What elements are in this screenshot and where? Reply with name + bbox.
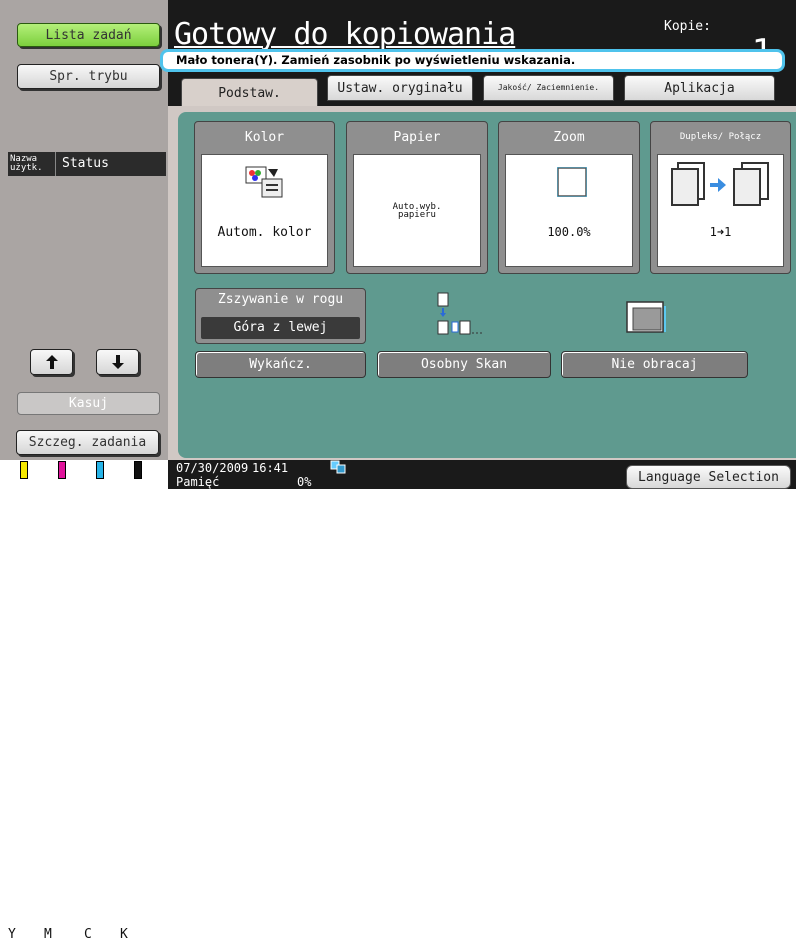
tab-basic[interactable]: Podstaw. xyxy=(181,78,318,107)
separate-scan-button[interactable]: Osobny Skan xyxy=(377,351,551,378)
toner-warning-message: Mało tonera(Y). Zamień zasobnik po wyświ… xyxy=(160,49,785,72)
tab-applications[interactable]: Aplikacja xyxy=(624,75,775,101)
paper-title: Papier xyxy=(393,129,441,145)
status-column-label: Status xyxy=(62,156,109,171)
paper-display: Auto.wyb. papieru xyxy=(353,154,481,267)
toner-m-level xyxy=(58,461,66,479)
tab-original-settings[interactable]: Ustaw. oryginału xyxy=(327,75,473,101)
duplex-function-button[interactable]: Dupleks/ Połącz 1➜1 xyxy=(650,121,791,274)
toner-c-label: C xyxy=(84,927,92,942)
color-function-button[interactable]: Kolor Autom. kolor xyxy=(194,121,335,274)
no-rotate-button[interactable]: Nie obracaj xyxy=(561,351,748,378)
toner-y-label: Y xyxy=(8,927,16,942)
duplex-value: 1➜1 xyxy=(709,225,732,239)
duplex-display: 1➜1 xyxy=(657,154,784,267)
color-display: Autom. kolor xyxy=(201,154,328,267)
arrow-down-icon xyxy=(111,355,124,369)
toner-m-label: M xyxy=(44,927,52,942)
staple-value: Góra z lewej xyxy=(201,317,360,339)
staple-title: Zszywanie w rogu xyxy=(217,292,344,307)
job-list-button[interactable]: Lista zadań xyxy=(17,23,160,47)
toner-c-level xyxy=(96,461,104,479)
arrow-up-icon xyxy=(45,355,58,369)
date-text: 07/30/2009 xyxy=(176,461,249,475)
zoom-page-icon xyxy=(557,167,587,197)
tab-quality-density[interactable]: Jakość/ Zaciemnienie. xyxy=(483,75,614,101)
duplex-title: Dupleks/ Połącz xyxy=(679,132,762,142)
color-value: Autom. kolor xyxy=(217,225,312,240)
scroll-up-button[interactable] xyxy=(30,349,73,375)
separate-scan-icon xyxy=(437,292,482,335)
toner-k-label: K xyxy=(120,927,128,942)
scroll-down-button[interactable] xyxy=(96,349,139,375)
corner-staple-button[interactable]: Zszywanie w rogu Góra z lewej xyxy=(195,288,366,344)
mode-check-button[interactable]: Spr. trybu xyxy=(17,64,160,89)
user-name-column-label: Nazwa użytk. xyxy=(8,152,56,176)
toner-levels: Y M C K xyxy=(0,460,168,942)
zoom-function-button[interactable]: Zoom 100.0% xyxy=(498,121,640,274)
delete-button[interactable]: Kasuj xyxy=(17,392,160,415)
time-text: 16:41 xyxy=(252,461,289,475)
color-title: Kolor xyxy=(244,129,285,145)
memory-value: 0% xyxy=(297,475,312,489)
color-printer-icon xyxy=(245,166,283,198)
zoom-value: 100.0% xyxy=(547,225,591,239)
job-details-button[interactable]: Szczeg. zadania xyxy=(16,430,159,455)
no-rotate-icon xyxy=(626,301,666,333)
toner-y-level xyxy=(20,461,28,479)
copies-label: Kopie: xyxy=(664,19,711,34)
language-selection-button[interactable]: Language Selection xyxy=(626,465,791,489)
toner-k-level xyxy=(134,461,142,479)
user-status-header: Nazwa użytk. Status xyxy=(8,152,166,176)
finishing-button[interactable]: Wykańcz. xyxy=(195,351,366,378)
network-icon xyxy=(330,460,346,474)
page-title: Gotowy do kopiowania xyxy=(174,17,516,52)
duplex-icon xyxy=(671,162,769,206)
paper-value: Auto.wyb. papieru xyxy=(392,202,442,220)
paper-function-button[interactable]: Papier Auto.wyb. papieru xyxy=(346,121,488,274)
zoom-title: Zoom xyxy=(553,129,585,145)
zoom-display: 100.0% xyxy=(505,154,633,267)
memory-label: Pamięć xyxy=(176,475,220,489)
